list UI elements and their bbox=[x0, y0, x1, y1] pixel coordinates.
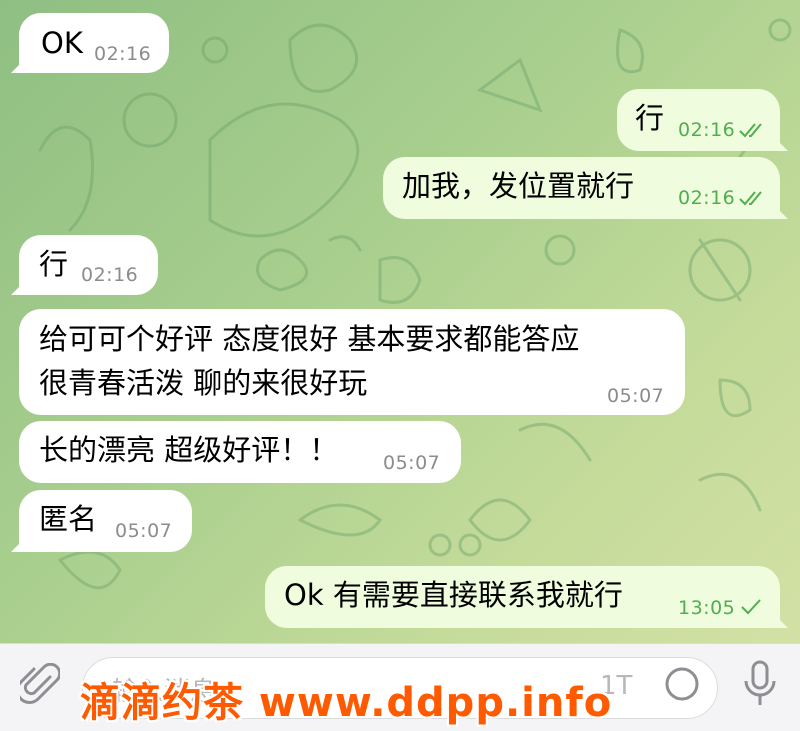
message-text: 行 bbox=[635, 101, 665, 135]
message-time: 05:07 bbox=[607, 385, 665, 407]
message-time: 13:05 bbox=[678, 597, 736, 619]
message-text: 加我，发位置就行 bbox=[402, 169, 635, 203]
double-check-icon bbox=[739, 191, 762, 206]
message-text: 长的漂亮 超级好评！！ bbox=[39, 433, 339, 467]
microphone-icon[interactable] bbox=[742, 659, 778, 709]
message-time: 02:16 bbox=[94, 43, 152, 65]
message-text: Ok 有需要直接联系我就行 bbox=[284, 578, 623, 612]
message-outgoing[interactable]: 加我，发位置就行 02:16 bbox=[383, 157, 780, 219]
message-text: OK bbox=[41, 26, 83, 60]
message-time: 02:16 bbox=[678, 187, 736, 209]
message-time: 05:07 bbox=[115, 520, 173, 542]
message-outgoing[interactable]: 行 02:16 bbox=[617, 89, 780, 151]
message-incoming[interactable]: 给可可个好评 态度很好 基本要求都能答应 很青春活泼 聊的来很好玩 05:07 bbox=[19, 309, 685, 415]
message-incoming[interactable]: 长的漂亮 超级好评！！ 05:07 bbox=[19, 421, 461, 483]
message-outgoing[interactable]: Ok 有需要直接联系我就行 13:05 bbox=[265, 566, 780, 628]
attach-icon[interactable] bbox=[20, 663, 60, 707]
message-incoming[interactable]: 行 02:16 bbox=[19, 235, 158, 295]
message-text: 匿名 bbox=[39, 502, 98, 536]
double-check-icon bbox=[739, 123, 762, 138]
message-text-line2: 很青春活泼 聊的来很好玩 bbox=[39, 366, 368, 400]
message-incoming[interactable]: OK 02:16 bbox=[19, 13, 169, 73]
message-time: 02:16 bbox=[81, 264, 139, 286]
single-check-icon bbox=[741, 599, 761, 615]
sticker-icon[interactable] bbox=[663, 665, 701, 703]
chat-area: OK 02:16 行 02:16 加我，发位置就行 02:16 行 02:16 … bbox=[0, 0, 800, 643]
message-incoming[interactable]: 匿名 05:07 bbox=[19, 490, 192, 552]
message-time: 05:07 bbox=[383, 452, 441, 474]
message-text: 行 bbox=[39, 247, 69, 281]
message-time: 02:16 bbox=[678, 119, 736, 141]
watermark: 滴滴约茶 www.ddpp.info bbox=[80, 680, 613, 726]
message-text-line1: 给可可个好评 态度很好 基本要求都能答应 bbox=[39, 322, 580, 356]
